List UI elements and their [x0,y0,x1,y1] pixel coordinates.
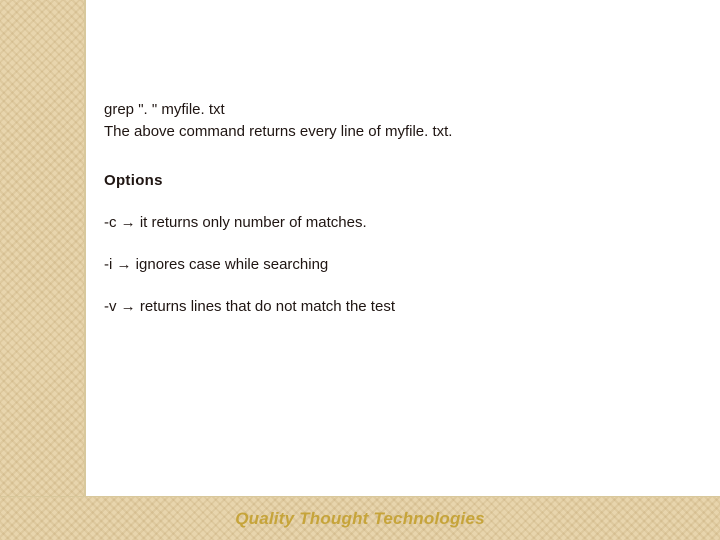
option-desc: returns lines that do not match the test [140,298,395,315]
option-i: -i → ignores case while searching [104,255,700,275]
option-v: -v → returns lines that do not match the… [104,297,700,317]
footer-brand: Quality Thought Technologies [235,509,485,529]
grep-explain: The above command returns every line of … [104,122,700,142]
footer-bar: Quality Thought Technologies [0,496,720,540]
option-desc: it returns only number of matches. [140,214,367,231]
option-c: -c → it returns only number of matches. [104,213,700,233]
option-desc: ignores case while searching [136,256,329,273]
option-flag: -i [104,256,112,273]
slide-content: grep ". " myfile. txt The above command … [104,100,700,340]
options-heading: Options [104,171,700,191]
arrow-icon: → [121,214,136,231]
sidebar-pattern [0,0,86,540]
grep-command: grep ". " myfile. txt [104,100,700,120]
arrow-icon: → [121,298,136,315]
arrow-icon: → [117,256,132,273]
option-flag: -c [104,214,117,231]
option-flag: -v [104,298,117,315]
